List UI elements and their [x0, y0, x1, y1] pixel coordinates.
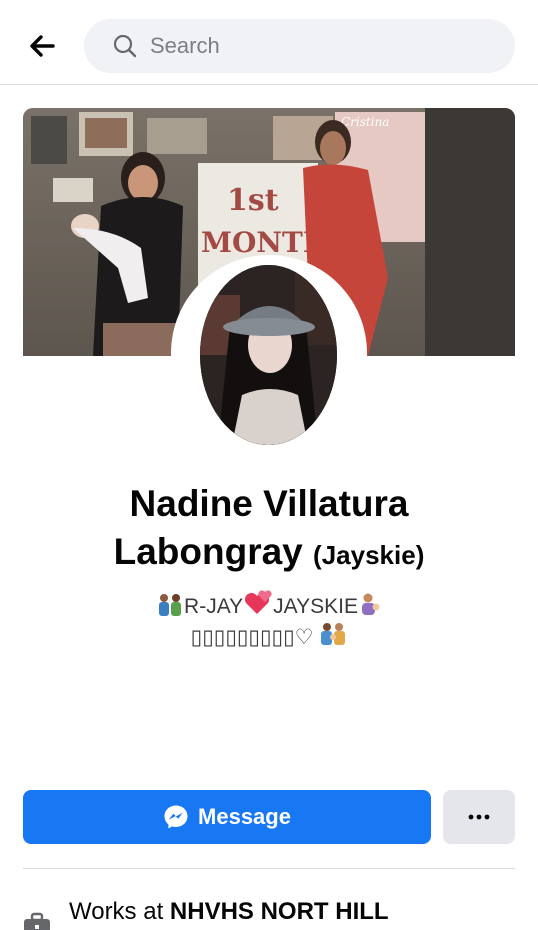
bio-line-2: ▯▯▯▯▯▯▯▯▯♡	[40, 621, 498, 652]
poster-text: Cristina	[341, 115, 389, 129]
profile-actions: Message	[23, 790, 515, 844]
profile-nickname: (Jayskie)	[313, 540, 425, 570]
mother-baby-emoji-icon	[361, 593, 380, 615]
avatar[interactable]	[200, 265, 337, 445]
avatar-image	[200, 265, 337, 445]
search-input[interactable]	[150, 33, 470, 59]
two-hearts-icon	[245, 590, 272, 614]
more-options-button[interactable]	[443, 790, 515, 844]
messenger-icon	[164, 805, 188, 829]
message-button[interactable]: Message	[23, 790, 431, 844]
bio-name-left: R-JAY	[184, 595, 244, 618]
search-icon	[113, 34, 137, 58]
work-prefix: Works at	[69, 898, 164, 925]
couple-emoji-icon	[159, 594, 182, 616]
bio-line-1: R-JAY JAYSKIE	[40, 590, 498, 621]
work-place-link[interactable]: NHVHS NORT HILL	[170, 898, 389, 925]
section-divider	[23, 868, 515, 869]
search-bar[interactable]	[84, 19, 515, 73]
message-button-label: Message	[198, 804, 291, 829]
family-emoji-icon	[321, 623, 346, 645]
briefcase-icon	[24, 912, 50, 930]
back-button[interactable]	[22, 26, 62, 66]
bio-text-line-2: ▯▯▯▯▯▯▯▯▯♡	[190, 626, 314, 649]
intro-work-item: Works at NHVHS NORT HILL	[23, 896, 515, 930]
arrow-left-icon	[30, 35, 55, 57]
bio-name-right: JAYSKIE	[273, 595, 358, 618]
banner-text-1st: 1st	[227, 183, 279, 218]
profile-name: Nadine Villatura Labongray (Jayskie)	[40, 480, 498, 579]
work-text: Works at NHVHS NORT HILL	[69, 898, 389, 926]
profile-bio: R-JAY JAYSKIE ▯▯▯▯▯▯▯▯▯♡	[40, 590, 498, 652]
top-bar	[0, 0, 538, 85]
more-dots-icon	[468, 814, 490, 820]
